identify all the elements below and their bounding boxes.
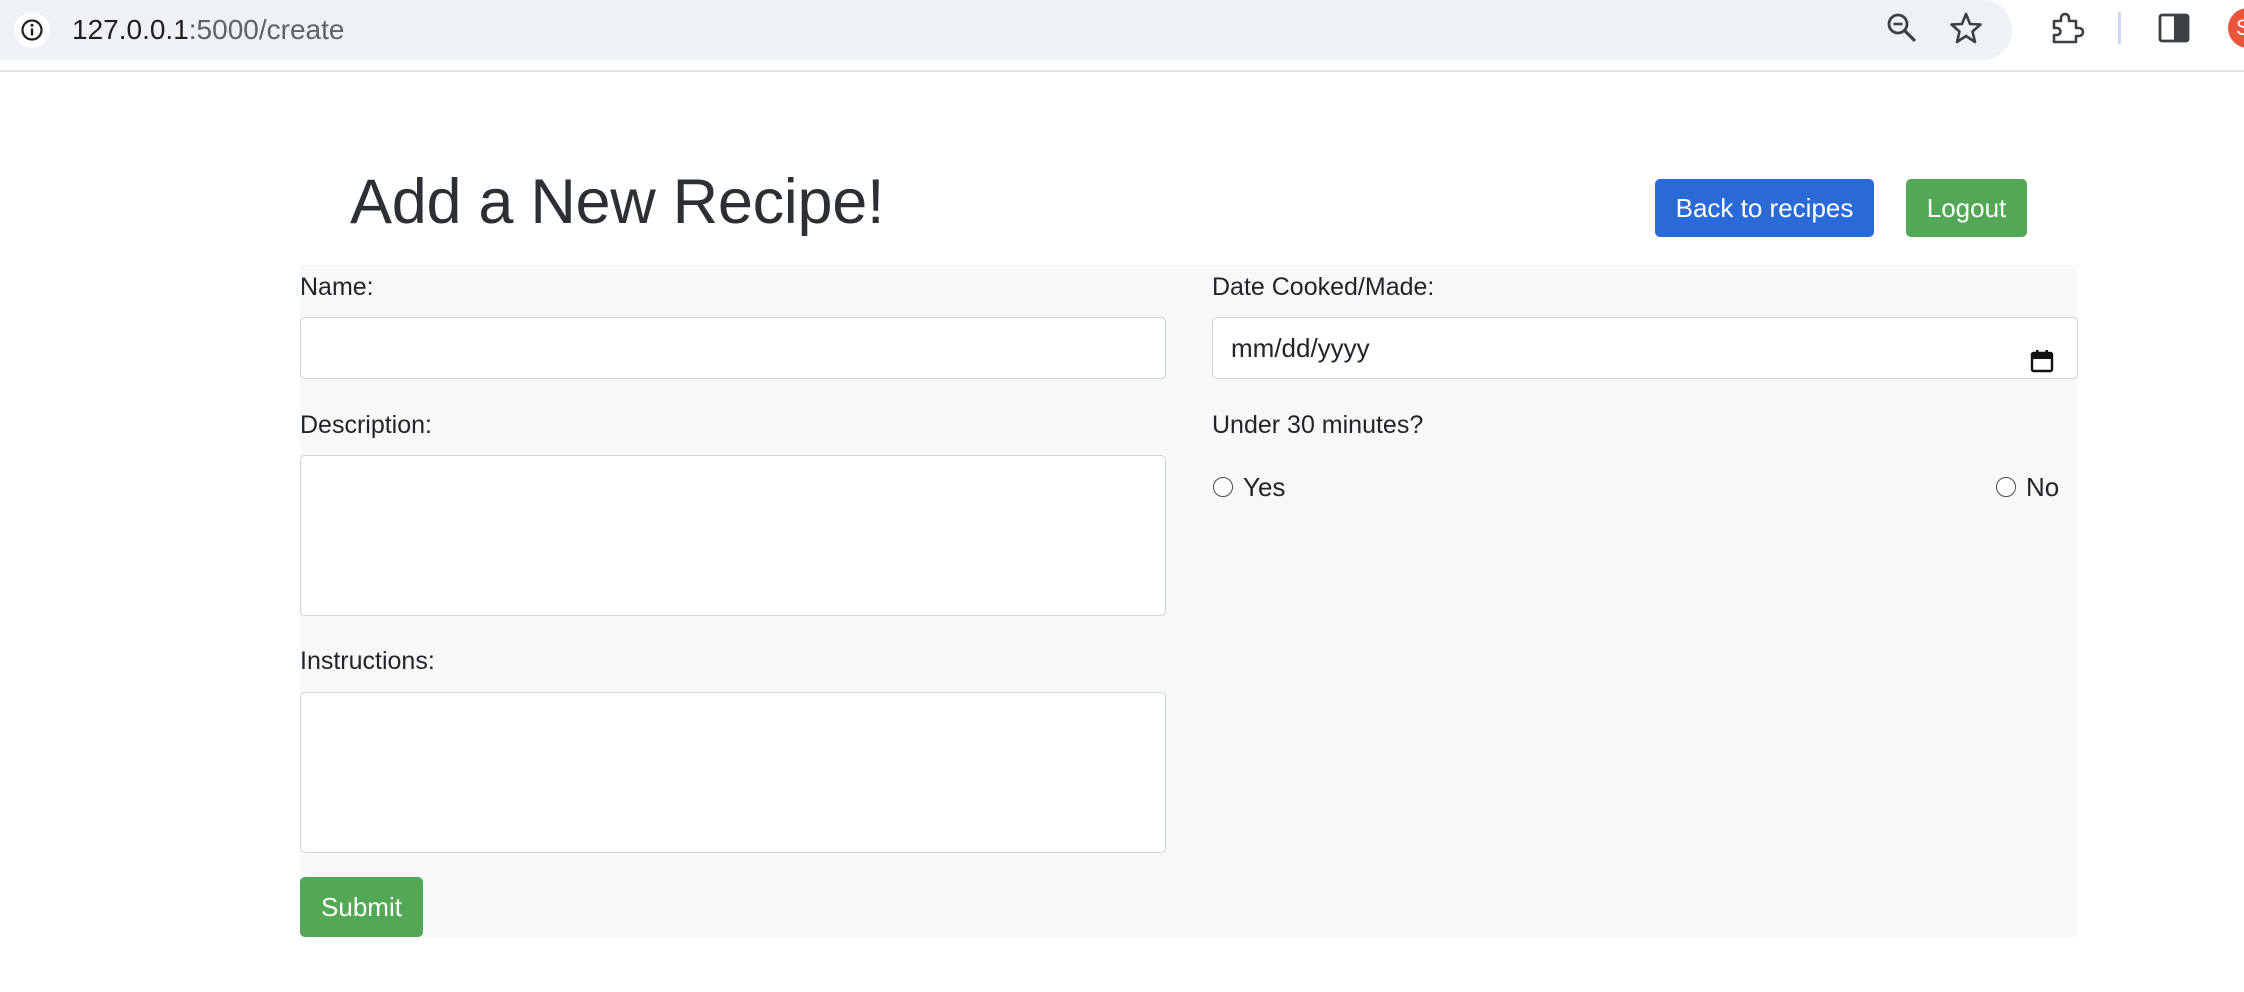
logout-button[interactable]: Logout — [1906, 179, 2027, 237]
calendar-icon[interactable] — [2029, 335, 2055, 395]
url-host: 127.0.0.1 — [72, 14, 189, 45]
browser-toolbar: 127.0.0.1:5000/create S — [0, 0, 2244, 72]
description-label: Description: — [300, 411, 432, 439]
side-panel-icon[interactable] — [2157, 11, 2191, 50]
star-icon[interactable] — [1948, 10, 1984, 51]
under-30-label: Under 30 minutes? — [1212, 411, 1424, 439]
radio-no[interactable]: No — [1996, 471, 2059, 503]
url-text[interactable]: 127.0.0.1:5000/create — [72, 10, 344, 50]
submit-button[interactable]: Submit — [300, 877, 423, 937]
page-title: Add a New Recipe! — [350, 167, 885, 237]
url-path: :5000/create — [188, 14, 345, 45]
info-icon[interactable] — [14, 12, 50, 48]
back-to-recipes-button[interactable]: Back to recipes — [1655, 179, 1874, 237]
instructions-textarea[interactable] — [300, 692, 1166, 853]
date-placeholder: mm/dd/yyyy — [1231, 333, 1370, 363]
profile-avatar[interactable]: S — [2228, 8, 2244, 48]
radio-yes-circle[interactable] — [1213, 477, 1233, 497]
description-textarea[interactable] — [300, 455, 1166, 616]
radio-no-circle[interactable] — [1996, 477, 2016, 497]
radio-yes-label[interactable]: Yes — [1243, 471, 1285, 503]
zoom-out-icon[interactable] — [1884, 10, 1920, 51]
radio-yes[interactable]: Yes — [1213, 471, 1285, 503]
name-label: Name: — [300, 273, 374, 301]
name-input[interactable] — [300, 317, 1166, 379]
instructions-label: Instructions: — [300, 647, 435, 675]
radio-no-label[interactable]: No — [2026, 471, 2059, 503]
toolbar-divider — [2118, 12, 2121, 44]
date-label: Date Cooked/Made: — [1212, 273, 1435, 301]
date-cooked-input[interactable]: mm/dd/yyyy — [1212, 317, 2078, 379]
address-bar[interactable]: 127.0.0.1:5000/create — [0, 0, 2012, 60]
extensions-icon[interactable] — [2048, 9, 2086, 52]
recipe-form: Name: Description: Instructions: Submit … — [300, 265, 2078, 937]
